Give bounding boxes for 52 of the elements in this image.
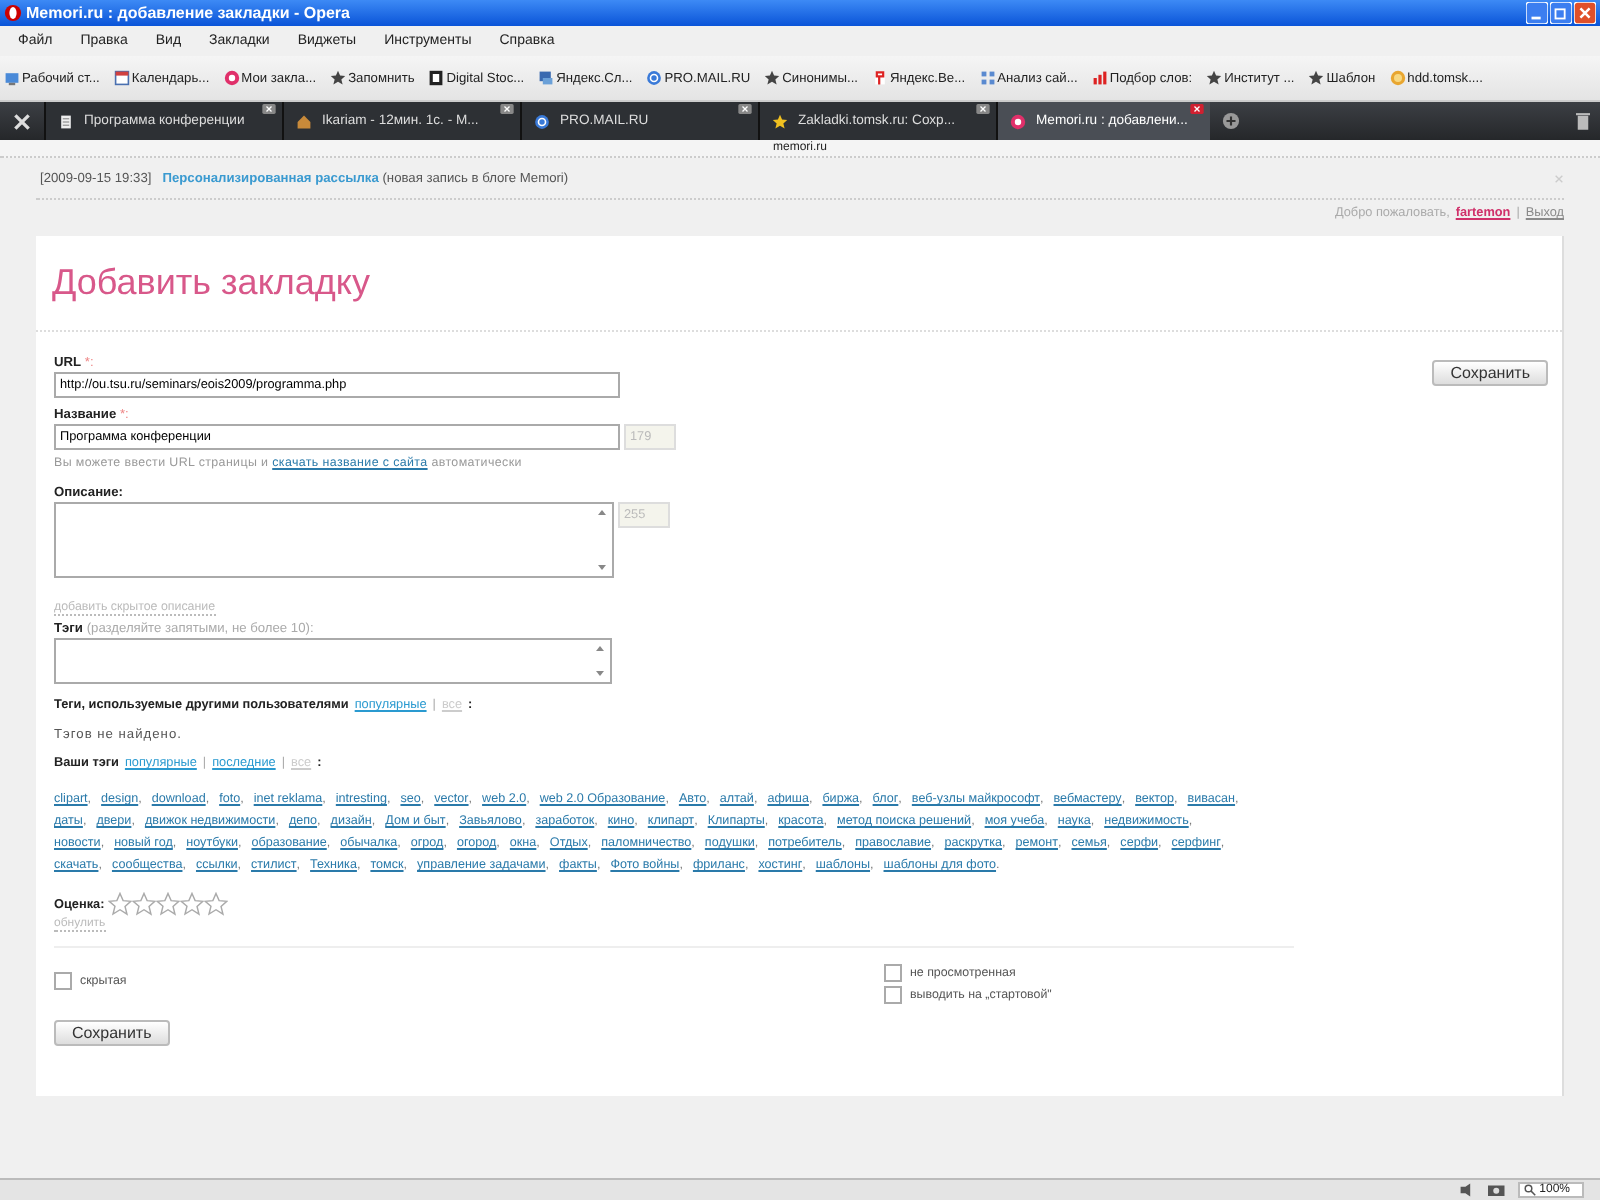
star-icon: [1308, 70, 1325, 86]
new-tab-button[interactable]: [1222, 112, 1240, 130]
desktop-icon: [4, 70, 20, 86]
flag-icon: [872, 70, 888, 86]
restore-button[interactable]: [1550, 2, 1572, 24]
grid-icon: [979, 70, 996, 86]
search-icon: [1523, 1184, 1536, 1196]
star-icon: [1206, 70, 1223, 86]
camera-icon[interactable]: [1487, 1182, 1506, 1198]
scroll-up-icon[interactable]: [594, 644, 606, 652]
page-heading: Добавить закладку: [52, 262, 370, 304]
close-button[interactable]: [1574, 2, 1596, 24]
monitor-icon: [538, 70, 555, 86]
star-icon: [772, 113, 788, 129]
tab-close-icon[interactable]: [738, 104, 752, 114]
star-icon[interactable]: [108, 892, 133, 916]
star-icon[interactable]: [132, 892, 157, 916]
checkbox[interactable]: [884, 986, 902, 1004]
star-icon[interactable]: [204, 892, 229, 916]
scroll-up-icon[interactable]: [596, 508, 608, 516]
badge-icon: [1010, 113, 1026, 129]
checkbox[interactable]: [884, 964, 902, 982]
star-icon[interactable]: [180, 892, 205, 916]
tab-close-icon[interactable]: [976, 104, 990, 114]
square-icon: [428, 70, 445, 86]
tab-close-icon[interactable]: [262, 104, 276, 114]
badge-icon: [223, 70, 240, 86]
checkbox[interactable]: [54, 972, 72, 990]
save-button[interactable]: Сохранить: [1432, 360, 1548, 386]
opera-icon: [4, 4, 22, 22]
star-icon[interactable]: [156, 892, 181, 916]
speaker-icon[interactable]: [1457, 1182, 1476, 1198]
star-icon: [764, 70, 781, 86]
tags-field[interactable]: [54, 638, 612, 684]
tab-close-icon[interactable]: [500, 104, 514, 114]
globe-icon: [646, 70, 663, 86]
description-field[interactable]: [54, 502, 614, 578]
trash-icon[interactable]: [1576, 112, 1590, 130]
page-icon: [58, 113, 74, 129]
scroll-down-icon[interactable]: [596, 564, 608, 572]
save-button[interactable]: Сохранить: [54, 1020, 170, 1046]
globe-icon: [534, 113, 550, 129]
minimize-button[interactable]: [1526, 2, 1548, 24]
bars-icon: [1091, 70, 1108, 86]
coin-icon: [1389, 70, 1406, 86]
tools-icon[interactable]: [12, 111, 32, 131]
scroll-down-icon[interactable]: [594, 670, 606, 678]
window-title: Memori.ru : добавление закладки - Opera: [26, 4, 352, 22]
star-icon: [330, 70, 347, 86]
calendar-icon: [113, 70, 130, 86]
house-icon: [296, 113, 312, 129]
tab-close-icon[interactable]: [1190, 104, 1204, 114]
